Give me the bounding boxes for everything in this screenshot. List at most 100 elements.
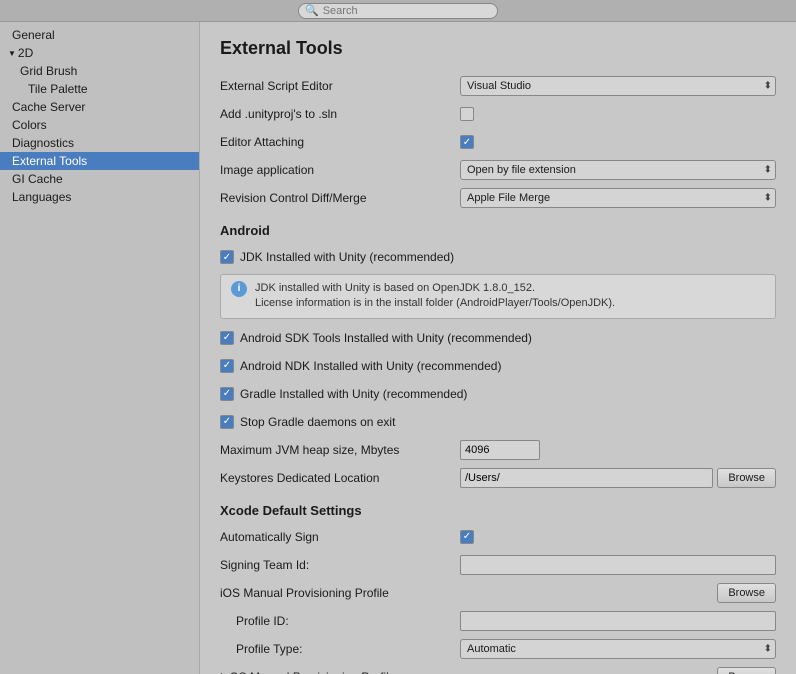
- page-title: External Tools: [220, 38, 776, 59]
- editor-attaching-checkbox[interactable]: ✓: [460, 135, 474, 149]
- signing-team-control: [460, 555, 776, 575]
- revision-control-select[interactable]: Apple File Merge: [460, 188, 776, 208]
- ios-profile-id-row: Profile ID:: [220, 610, 776, 632]
- auto-sign-row: Automatically Sign ✓: [220, 526, 776, 548]
- ios-profile-id-label: Profile ID:: [220, 614, 460, 628]
- image-application-label: Image application: [220, 163, 460, 177]
- editor-attaching-row: Editor Attaching ✓: [220, 131, 776, 153]
- android-sdk-label: Android SDK Tools Installed with Unity (…: [240, 331, 532, 345]
- sidebar-item-gi-cache[interactable]: GI Cache: [0, 170, 199, 188]
- auto-sign-label: Automatically Sign: [220, 530, 460, 544]
- android-ndk-checkbox[interactable]: ✓: [220, 359, 234, 373]
- ios-profile-type-select-wrapper: Automatic: [460, 639, 776, 659]
- sidebar: General ▼ 2D Grid Brush Tile Palette Cac…: [0, 22, 200, 674]
- signing-team-input[interactable]: [460, 555, 776, 575]
- tvos-profile-label: tvOS Manual Provisioning Profile: [220, 670, 460, 674]
- info-icon: i: [231, 281, 247, 297]
- script-editor-control: Visual Studio: [460, 76, 776, 96]
- keystores-label: Keystores Dedicated Location: [220, 471, 460, 485]
- main-layout: General ▼ 2D Grid Brush Tile Palette Cac…: [0, 22, 796, 674]
- sidebar-item-languages[interactable]: Languages: [0, 188, 199, 206]
- gradle-label: Gradle Installed with Unity (recommended…: [240, 387, 467, 401]
- chevron-down-icon: ▼: [8, 49, 16, 58]
- signing-team-row: Signing Team Id:: [220, 554, 776, 576]
- content-area: External Tools External Script Editor Vi…: [200, 22, 796, 674]
- sidebar-item-external-tools[interactable]: External Tools: [0, 152, 199, 170]
- tvos-profile-row: tvOS Manual Provisioning Profile Browse: [220, 666, 776, 674]
- image-application-row: Image application Open by file extension: [220, 159, 776, 181]
- stop-gradle-checkbox[interactable]: ✓: [220, 415, 234, 429]
- jdk-control: ✓ JDK Installed with Unity (recommended): [220, 250, 776, 264]
- jdk-row: ✓ JDK Installed with Unity (recommended): [220, 246, 776, 268]
- search-input[interactable]: [323, 5, 491, 17]
- sidebar-item-general[interactable]: General: [0, 26, 199, 44]
- script-editor-label: External Script Editor: [220, 79, 460, 93]
- keystores-control: Browse: [460, 468, 776, 488]
- android-sdk-checkbox[interactable]: ✓: [220, 331, 234, 345]
- revision-control-label: Revision Control Diff/Merge: [220, 191, 460, 205]
- jdk-info-box: i JDK installed with Unity is based on O…: [220, 274, 776, 319]
- signing-team-label: Signing Team Id:: [220, 558, 460, 572]
- ios-profile-row: iOS Manual Provisioning Profile Browse: [220, 582, 776, 604]
- ios-profile-type-select[interactable]: Automatic: [460, 639, 776, 659]
- jdk-checkbox[interactable]: ✓: [220, 250, 234, 264]
- sidebar-item-tile-palette[interactable]: Tile Palette: [0, 80, 199, 98]
- keystores-browse-button[interactable]: Browse: [717, 468, 776, 488]
- gradle-row: ✓ Gradle Installed with Unity (recommend…: [220, 383, 776, 405]
- image-application-select[interactable]: Open by file extension: [460, 160, 776, 180]
- android-sdk-row: ✓ Android SDK Tools Installed with Unity…: [220, 327, 776, 349]
- ios-profile-type-control: Automatic: [460, 639, 776, 659]
- script-editor-select[interactable]: Visual Studio: [460, 76, 776, 96]
- add-unityproj-row: Add .unityproj's to .sln: [220, 103, 776, 125]
- top-bar: 🔍: [0, 0, 796, 22]
- ios-profile-id-input[interactable]: [460, 611, 776, 631]
- auto-sign-control: ✓: [460, 530, 776, 544]
- android-ndk-control: ✓ Android NDK Installed with Unity (reco…: [220, 359, 776, 373]
- tvos-browse-button[interactable]: Browse: [717, 667, 776, 674]
- ios-browse-button[interactable]: Browse: [717, 583, 776, 603]
- max-jvm-control: [460, 440, 776, 460]
- sidebar-item-2d[interactable]: ▼ 2D: [0, 44, 199, 62]
- ios-profile-id-control: [460, 611, 776, 631]
- sidebar-item-grid-brush[interactable]: Grid Brush: [0, 62, 199, 80]
- add-unityproj-label: Add .unityproj's to .sln: [220, 107, 460, 121]
- max-jvm-label: Maximum JVM heap size, Mbytes: [220, 443, 460, 457]
- add-unityproj-control: [460, 107, 776, 121]
- sidebar-item-diagnostics[interactable]: Diagnostics: [0, 134, 199, 152]
- image-application-select-wrapper: Open by file extension: [460, 160, 776, 180]
- editor-attaching-control: ✓: [460, 135, 776, 149]
- stop-gradle-row: ✓ Stop Gradle daemons on exit: [220, 411, 776, 433]
- max-jvm-input[interactable]: [460, 440, 540, 460]
- ios-profile-control: Browse: [460, 583, 776, 603]
- gradle-control: ✓ Gradle Installed with Unity (recommend…: [220, 387, 776, 401]
- script-editor-row: External Script Editor Visual Studio: [220, 75, 776, 97]
- android-section-header: Android: [220, 223, 776, 238]
- ios-profile-label: iOS Manual Provisioning Profile: [220, 586, 460, 600]
- jdk-label: JDK Installed with Unity (recommended): [240, 250, 454, 264]
- editor-attaching-label: Editor Attaching: [220, 135, 460, 149]
- ios-profile-type-row: Profile Type: Automatic: [220, 638, 776, 660]
- auto-sign-checkbox[interactable]: ✓: [460, 530, 474, 544]
- stop-gradle-control: ✓ Stop Gradle daemons on exit: [220, 415, 776, 429]
- search-icon: 🔍: [305, 4, 319, 17]
- search-bar[interactable]: 🔍: [298, 3, 498, 19]
- sidebar-item-cache-server[interactable]: Cache Server: [0, 98, 199, 116]
- keystores-input[interactable]: [460, 468, 713, 488]
- add-unityproj-checkbox[interactable]: [460, 107, 474, 121]
- sidebar-item-colors[interactable]: Colors: [0, 116, 199, 134]
- android-ndk-row: ✓ Android NDK Installed with Unity (reco…: [220, 355, 776, 377]
- stop-gradle-label: Stop Gradle daemons on exit: [240, 415, 395, 429]
- gradle-checkbox[interactable]: ✓: [220, 387, 234, 401]
- jdk-info-text: JDK installed with Unity is based on Ope…: [255, 281, 615, 312]
- revision-control-row: Revision Control Diff/Merge Apple File M…: [220, 187, 776, 209]
- revision-control-control: Apple File Merge: [460, 188, 776, 208]
- xcode-section-header: Xcode Default Settings: [220, 503, 776, 518]
- max-jvm-row: Maximum JVM heap size, Mbytes: [220, 439, 776, 461]
- image-application-control: Open by file extension: [460, 160, 776, 180]
- script-editor-select-wrapper: Visual Studio: [460, 76, 776, 96]
- revision-control-select-wrapper: Apple File Merge: [460, 188, 776, 208]
- android-sdk-control: ✓ Android SDK Tools Installed with Unity…: [220, 331, 776, 345]
- tvos-profile-control: Browse: [460, 667, 776, 674]
- keystores-row: Keystores Dedicated Location Browse: [220, 467, 776, 489]
- android-ndk-label: Android NDK Installed with Unity (recomm…: [240, 359, 501, 373]
